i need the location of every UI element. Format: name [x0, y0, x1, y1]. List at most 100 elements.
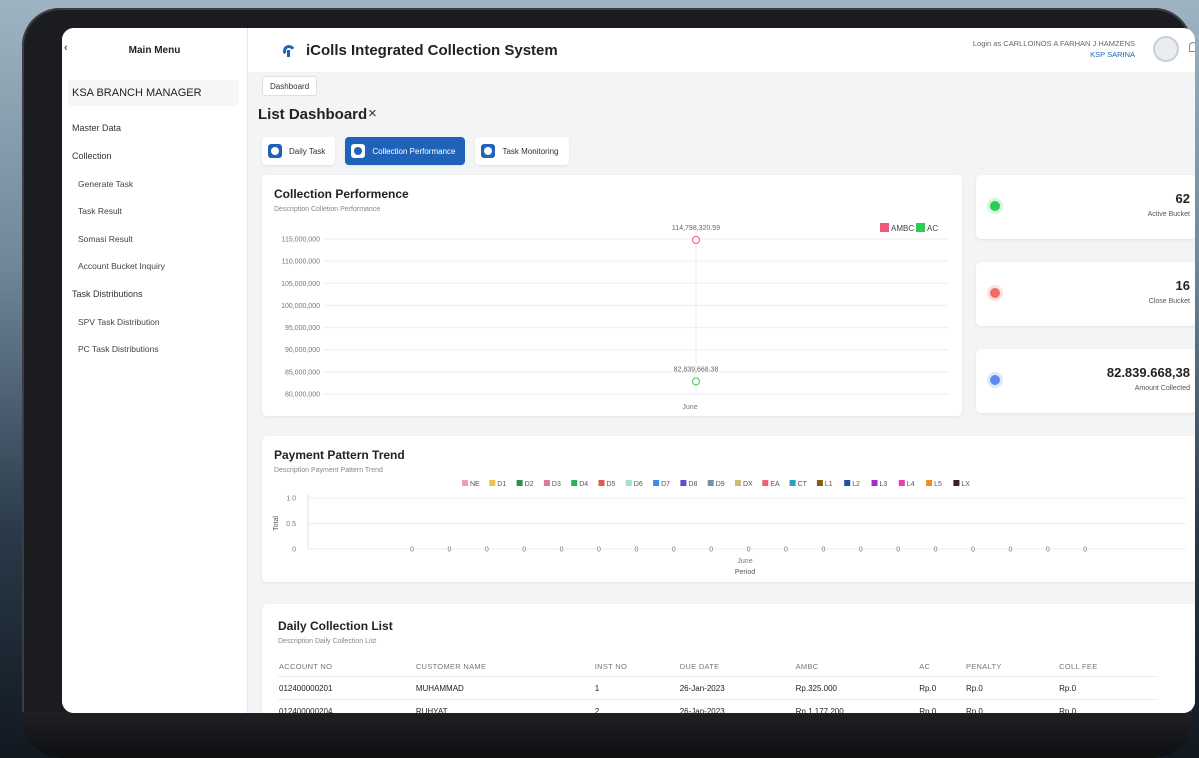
card-title: Daily Collection List: [278, 619, 393, 633]
table-cell: 1: [593, 676, 679, 700]
legend-swatch: [680, 480, 687, 486]
data-label: 0: [1083, 547, 1087, 554]
y-tick-label: 90,000,000: [285, 347, 320, 354]
legend-label[interactable]: L3: [880, 481, 888, 488]
data-label: 0: [709, 547, 713, 554]
tab-label: Daily Task: [289, 146, 326, 156]
legend-swatch: [762, 480, 769, 486]
stat-close-bucket[interactable]: 16 Close Bucket: [976, 262, 1195, 326]
stat-active-bucket[interactable]: 62 Active Bucket: [976, 175, 1195, 239]
table-body: 012400000201 MUHAMMAD 1 26-Jan-2023 Rp.325.0…: [278, 676, 1158, 713]
legend-label[interactable]: L4: [907, 481, 915, 488]
data-label: 0: [747, 547, 751, 554]
legend-label[interactable]: L2: [852, 481, 860, 488]
legend-label[interactable]: AC: [927, 224, 938, 233]
y-tick-label: 85,000,000: [285, 369, 320, 376]
legend-label[interactable]: D6: [634, 481, 643, 488]
tab-task-monitoring[interactable]: Task Monitoring: [475, 137, 569, 165]
stat-label: Amount Collected: [1134, 385, 1190, 392]
bell-icon[interactable]: [1189, 42, 1195, 52]
login-user: Login as CARLLOINOS A FARHAN J HAMZENS: [972, 39, 1135, 48]
stat-label: Active Bucket: [1147, 211, 1190, 218]
legend-label[interactable]: CT: [798, 481, 808, 488]
login-info: Login as CARLLOINOS A FARHAN J HAMZENS K…: [973, 38, 1135, 60]
table-row[interactable]: 012400000201 MUHAMMAD 1 26-Jan-2023 Rp.325.0…: [278, 676, 1158, 700]
data-label: 0: [821, 547, 825, 554]
monitor-icon: [481, 144, 496, 158]
legend-label[interactable]: D3: [552, 481, 561, 488]
data-point-ac[interactable]: [692, 377, 700, 386]
legend-label[interactable]: AMBC: [891, 224, 914, 233]
table-cell: 012400000204: [278, 699, 415, 713]
collection-performance-card: Collection Performence Description Colle…: [262, 175, 962, 416]
legend-swatch: [916, 223, 925, 232]
page-title: List Dashboard: [258, 106, 368, 123]
column-header: AMBC: [795, 661, 819, 671]
data-label: 0: [896, 547, 900, 554]
table-cell: 26-Jan-2023: [678, 676, 795, 700]
chart-icon: [351, 144, 366, 158]
sidebar-item-master-data[interactable]: Master Data: [62, 114, 247, 142]
stat-amount-collected[interactable]: 82.839.668,38 Amount Collected: [976, 349, 1195, 413]
legend-label[interactable]: D5: [607, 481, 616, 488]
sidebar-item-somasi-result[interactable]: Somasi Result: [62, 225, 247, 253]
user-role: KSA BRANCH MANAGER: [68, 80, 239, 106]
tab-daily-task[interactable]: Daily Task: [262, 137, 336, 165]
legend-label[interactable]: D9: [716, 481, 725, 488]
legend-label[interactable]: L5: [934, 481, 942, 488]
column-header: ACCOUNT NO: [279, 661, 333, 671]
task-icon: [268, 144, 282, 158]
legend-label[interactable]: EA: [770, 481, 780, 488]
y-tick-label: 110,000,000: [282, 259, 321, 266]
tab-label: Collection Performance: [372, 146, 456, 156]
column-header: AC: [919, 661, 931, 671]
table-cell: Rp.325.000: [794, 676, 919, 700]
legend-label[interactable]: LX: [961, 481, 970, 488]
avatar[interactable]: [1153, 36, 1179, 62]
y-tick-label: 0.5: [286, 521, 296, 528]
breadcrumb[interactable]: Dashboard: [262, 76, 318, 96]
sidebar-menu: Master Data Collection Generate Task Task R…: [62, 114, 247, 363]
legend-label[interactable]: D4: [579, 481, 588, 488]
chevron-left-icon[interactable]: ‹: [64, 42, 68, 54]
sidebar-item-generate-task[interactable]: Generate Task: [62, 170, 247, 198]
legend-swatch: [625, 480, 632, 486]
sidebar-item-collection[interactable]: Collection: [62, 142, 247, 170]
sidebar-item-task-distributions[interactable]: Task Distributions: [62, 280, 247, 308]
collection-performance-chart: 115,000,000 110,000,000 105,000,000 100,000…: [281, 223, 948, 411]
legend-swatch: [516, 480, 523, 486]
legend-label[interactable]: NE: [470, 481, 480, 488]
data-label: 0: [410, 547, 414, 554]
legend-swatch: [844, 480, 851, 486]
tab-collection-performance[interactable]: Collection Performance: [345, 137, 466, 165]
close-icon[interactable]: ×: [368, 105, 377, 122]
table-row[interactable]: 012400000204 RUHYAT 2 26-Jan-2023 Rp.1.177.2…: [278, 699, 1158, 713]
legend-swatch: [489, 480, 496, 486]
stat-value: 82.839.668,38: [1106, 365, 1190, 380]
sidebar: ‹ Main Menu KSA BRANCH MANAGER Master Da…: [62, 28, 248, 713]
legend-label[interactable]: DX: [743, 481, 753, 488]
column-header: CUSTOMER NAME: [415, 661, 487, 671]
status-dot-icon: [990, 201, 1000, 211]
y-tick-label: 105,000,000: [281, 281, 320, 288]
legend-label[interactable]: D7: [661, 481, 670, 488]
sidebar-item-spv-task-distribution[interactable]: SPV Task Distribution: [62, 308, 247, 336]
legend-label[interactable]: D2: [525, 481, 534, 488]
data-point-ambc[interactable]: [692, 235, 700, 244]
sidebar-item-task-result[interactable]: Task Result: [62, 198, 247, 226]
daily-collection-card: Daily Collection List Description Daily …: [262, 604, 1195, 713]
legend-swatch: [707, 480, 714, 486]
status-dot-icon: [990, 288, 1000, 298]
app-title: iColls Integrated Collection System: [306, 41, 558, 59]
data-label: 114,798,320.59: [672, 225, 720, 232]
legend-label[interactable]: D8: [688, 481, 697, 488]
sidebar-header: ‹ Main Menu: [62, 28, 247, 72]
sidebar-item-pc-task-distributions[interactable]: PC Task Distributions: [62, 336, 247, 364]
payment-pattern-chart: 1.0 0.5 0 Total 0 0 0 0 0 0 0 0 0 0 0 0 0 0 0 0 0 0 0 June Perio…: [273, 480, 1186, 576]
column-header: COLL FEE: [1059, 661, 1098, 671]
sidebar-item-account-bucket-inquiry[interactable]: Account Bucket Inquiry: [62, 253, 247, 281]
data-label: 0: [971, 547, 975, 554]
legend-label[interactable]: D1: [497, 481, 506, 488]
legend-swatch: [789, 480, 796, 486]
legend-label[interactable]: L1: [825, 481, 833, 488]
